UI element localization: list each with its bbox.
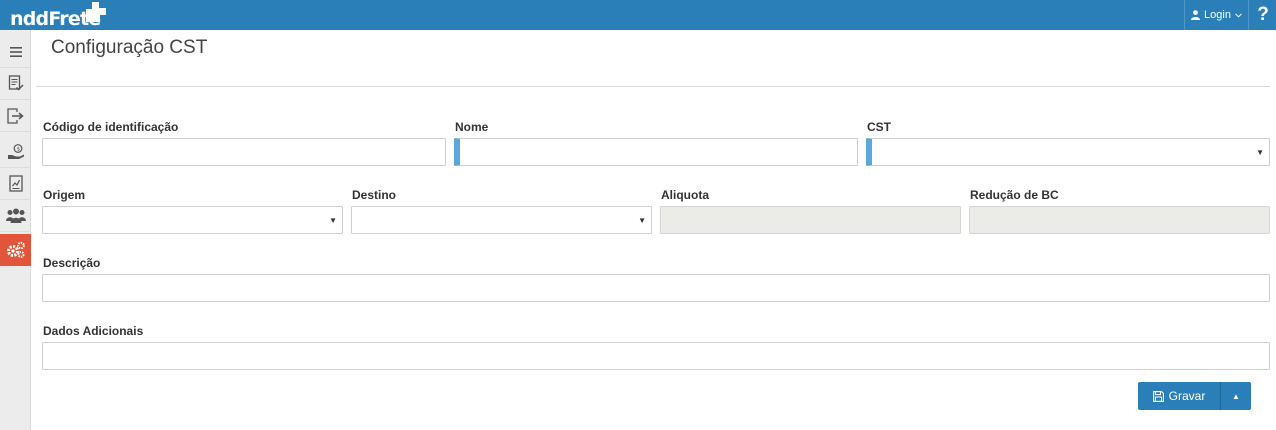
nome-input[interactable] bbox=[454, 138, 858, 166]
top-bar: nddFrete Login ? bbox=[0, 0, 1276, 30]
users-icon bbox=[5, 208, 26, 223]
gravar-dropdown-toggle[interactable]: ▲ bbox=[1221, 382, 1251, 410]
aliquota-input bbox=[660, 206, 961, 234]
sidebar-item-payments[interactable]: $ bbox=[0, 136, 31, 168]
caret-down-icon: ▼ bbox=[329, 216, 337, 225]
report-icon bbox=[8, 175, 23, 192]
export-icon bbox=[7, 107, 24, 124]
sidebar-item-settings[interactable] bbox=[0, 234, 31, 266]
save-icon bbox=[1152, 390, 1164, 402]
caret-down-icon: ▼ bbox=[638, 216, 646, 225]
sidebar-item-reports[interactable] bbox=[0, 168, 31, 200]
sidebar-item-menu[interactable] bbox=[0, 36, 31, 68]
login-menu[interactable]: Login bbox=[1184, 0, 1249, 30]
codigo-input[interactable] bbox=[42, 138, 446, 166]
gravar-label: Gravar bbox=[1168, 389, 1206, 403]
reducao-label: Redução de BC bbox=[970, 188, 1059, 202]
page-title: Configuração CST bbox=[51, 37, 208, 58]
dados-label: Dados Adicionais bbox=[43, 324, 144, 338]
document-check-icon bbox=[8, 75, 24, 91]
reducao-input bbox=[969, 206, 1270, 234]
help-button[interactable]: ? bbox=[1250, 0, 1276, 30]
logo-mark-icon bbox=[86, 2, 106, 22]
hand-coin-icon: $ bbox=[7, 143, 24, 159]
dados-adicionais-input[interactable] bbox=[42, 342, 1270, 370]
gravar-split-button: Gravar ▲ bbox=[1138, 382, 1251, 410]
nome-label: Nome bbox=[455, 120, 489, 134]
login-label: Login bbox=[1204, 9, 1231, 21]
user-icon bbox=[1191, 10, 1201, 20]
menu-icon bbox=[9, 46, 22, 57]
descricao-input[interactable] bbox=[42, 274, 1270, 302]
cst-select[interactable]: ▼ bbox=[866, 138, 1270, 166]
gears-icon bbox=[6, 241, 25, 258]
help-icon: ? bbox=[1257, 4, 1269, 25]
sidebar-item-documents[interactable] bbox=[0, 68, 31, 100]
sidebar-item-users[interactable] bbox=[0, 200, 31, 232]
sidebar-item-export[interactable] bbox=[0, 100, 31, 132]
aliquota-label: Aliquota bbox=[661, 188, 709, 202]
title-divider bbox=[36, 86, 1270, 87]
origem-label: Origem bbox=[43, 188, 86, 202]
destino-select[interactable]: ▼ bbox=[351, 206, 652, 234]
origem-select[interactable]: ▼ bbox=[42, 206, 343, 234]
caret-down-icon: ▼ bbox=[1256, 148, 1264, 157]
sidebar: $ bbox=[0, 30, 31, 430]
gravar-button[interactable]: Gravar bbox=[1138, 382, 1221, 410]
chevron-down-icon bbox=[1235, 12, 1242, 18]
cst-label: CST bbox=[867, 120, 891, 134]
svg-text:$: $ bbox=[16, 146, 20, 152]
caret-up-icon: ▲ bbox=[1232, 391, 1240, 401]
codigo-label: Código de identificação bbox=[43, 120, 179, 134]
descricao-label: Descrição bbox=[43, 256, 101, 270]
destino-label: Destino bbox=[352, 188, 397, 202]
